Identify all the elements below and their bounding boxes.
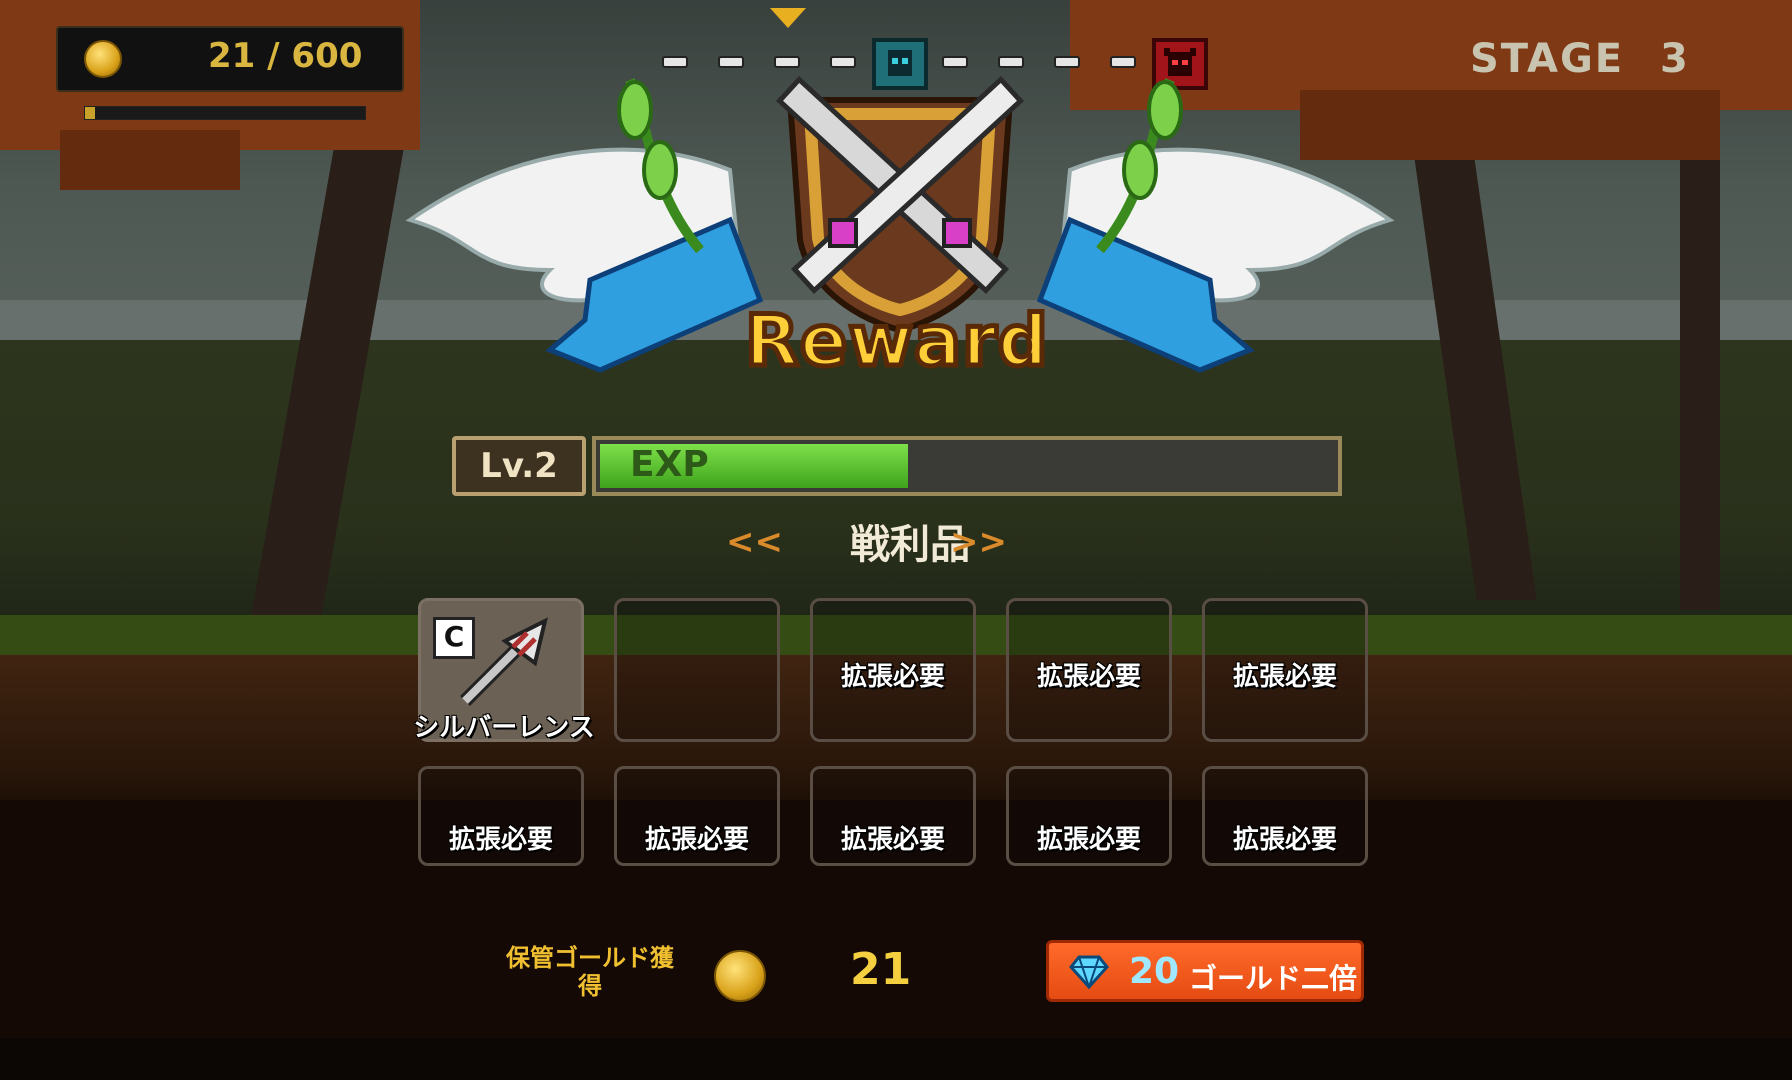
stored-gold-label-line2: 得 bbox=[578, 972, 602, 1000]
bottom-band bbox=[0, 1038, 1792, 1080]
expansion-required-label: 拡張必要 bbox=[840, 662, 945, 692]
loot-slot-4[interactable]: 拡張必要 bbox=[1006, 598, 1172, 742]
expansion-required-label: 拡張必要 bbox=[644, 825, 749, 855]
expansion-required-label: 拡張必要 bbox=[1232, 662, 1337, 692]
current-position-marker-icon bbox=[770, 8, 806, 28]
loot-slot-3[interactable]: 拡張必要 bbox=[810, 598, 976, 742]
reward-title: Reward bbox=[743, 298, 1051, 385]
gold-capacity-fill bbox=[85, 107, 95, 119]
loot-slot-6[interactable]: 拡張必要 bbox=[418, 766, 584, 866]
expansion-required-label: 拡張必要 bbox=[1232, 825, 1337, 855]
progress-step bbox=[830, 56, 856, 68]
gold-counter-panel: 21 / 600 bbox=[56, 26, 404, 92]
gold-coin-icon bbox=[84, 40, 122, 78]
loot-slot-2[interactable] bbox=[614, 598, 780, 742]
loot-slot-7[interactable]: 拡張必要 bbox=[614, 766, 780, 866]
diamond-icon bbox=[1069, 955, 1109, 989]
stored-gold-label-line1: 保管ゴールド獲 bbox=[506, 944, 674, 972]
stage-label: STAGE bbox=[1470, 36, 1625, 82]
silver-lance-icon bbox=[460, 617, 548, 706]
double-gold-cost: 20 bbox=[1129, 951, 1180, 992]
loot-item-name: シルバーレンス bbox=[413, 713, 595, 743]
loot-slot-10[interactable]: 拡張必要 bbox=[1202, 766, 1368, 866]
progress-step bbox=[1054, 56, 1080, 68]
exp-bar: EXP bbox=[592, 436, 1342, 496]
progress-step bbox=[942, 56, 968, 68]
loot-slot-1[interactable]: C シルバーレンス bbox=[413, 598, 595, 743]
stored-gold-label: 保管ゴールド獲 得 bbox=[490, 944, 690, 1000]
loot-slot-9[interactable]: 拡張必要 bbox=[1006, 766, 1172, 866]
loot-slot-8[interactable]: 拡張必要 bbox=[810, 766, 976, 866]
progress-step bbox=[774, 56, 800, 68]
expansion-required-label: 拡張必要 bbox=[1036, 662, 1141, 692]
double-gold-label: ゴールド二倍 bbox=[1189, 962, 1358, 995]
expansion-required-label: 拡張必要 bbox=[448, 825, 553, 855]
progress-step bbox=[662, 56, 688, 68]
level-badge: Lv.2 bbox=[452, 436, 586, 496]
ornament-right-icon: >> bbox=[950, 522, 1007, 562]
level-label: Lv.2 bbox=[480, 446, 558, 486]
progress-step bbox=[998, 56, 1024, 68]
expansion-required-label: 拡張必要 bbox=[840, 825, 945, 855]
double-gold-button[interactable]: 20 ゴールド二倍 bbox=[1046, 940, 1364, 1002]
stored-gold-value: 21 bbox=[850, 944, 912, 995]
expansion-required-label: 拡張必要 bbox=[1036, 825, 1141, 855]
loot-slot-5[interactable]: 拡張必要 bbox=[1202, 598, 1368, 742]
gold-counter-text: 21 / 600 bbox=[208, 36, 363, 76]
stage-number: 3 bbox=[1660, 36, 1688, 82]
exp-label: EXP bbox=[630, 444, 709, 485]
loot-title: 戦利品 bbox=[850, 522, 970, 568]
progress-step bbox=[718, 56, 744, 68]
gold-coin-icon bbox=[714, 950, 766, 1002]
gold-capacity-bar bbox=[84, 106, 366, 120]
progress-step bbox=[1110, 56, 1136, 68]
